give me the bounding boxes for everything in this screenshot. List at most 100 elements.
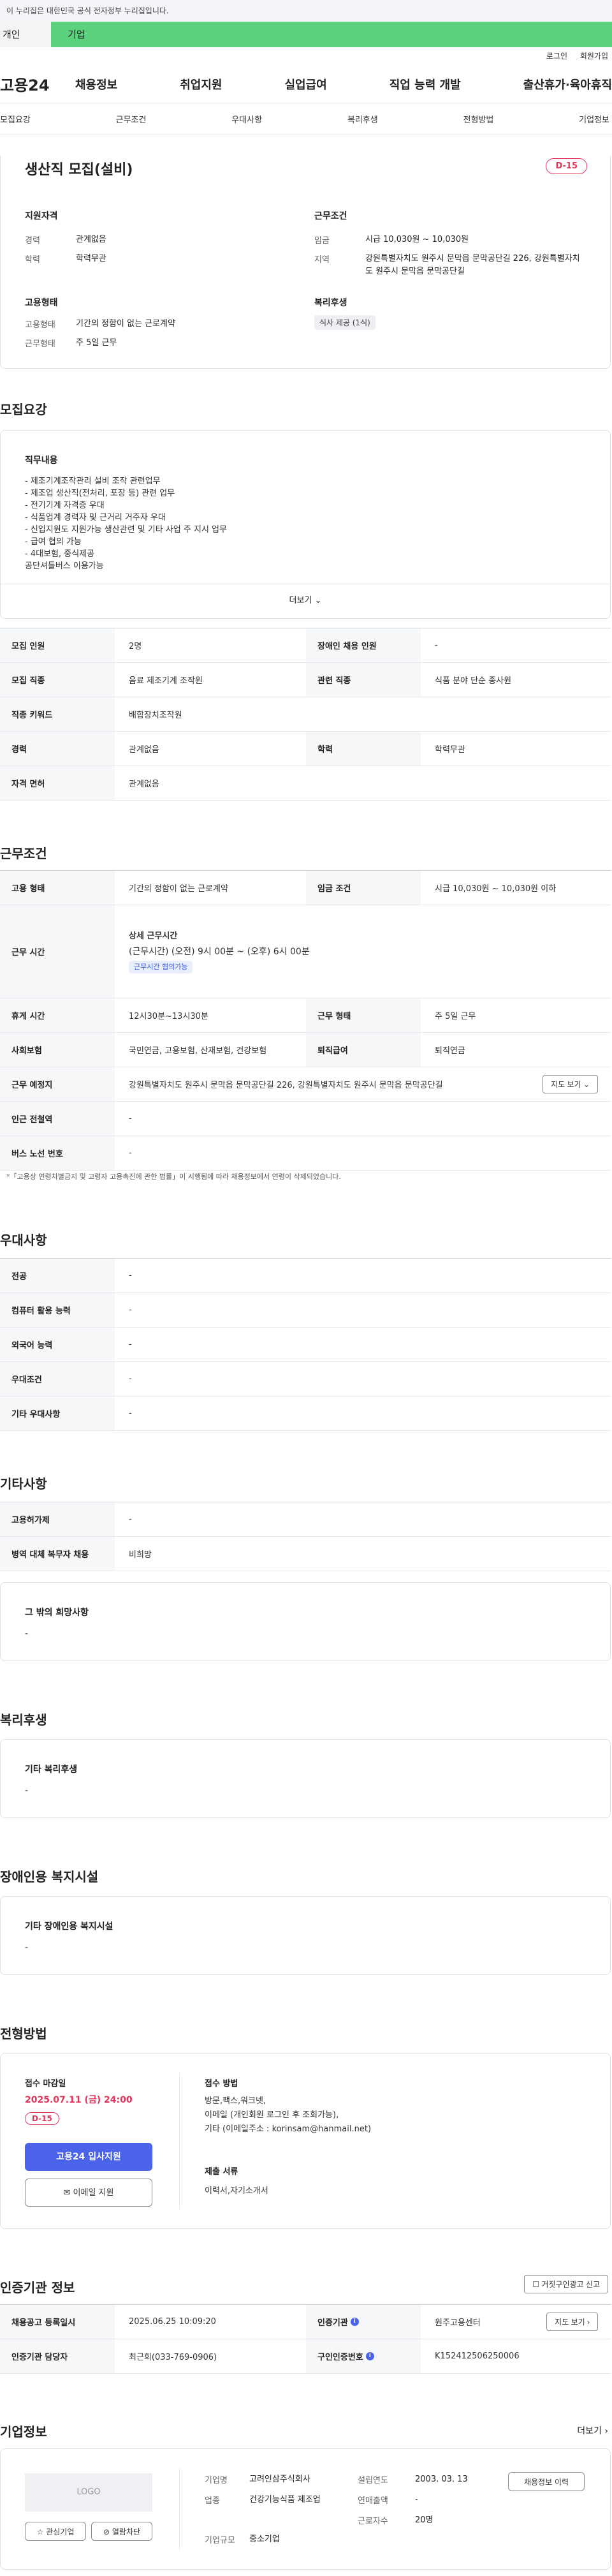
recruit-table: 모집 인원 2명 장애인 채용 인원 - 모집 직종 음료 제조기계 조작원 관련 직종 식… <box>0 628 611 801</box>
table-row: 근무 예정지 강원특별자치도 원주시 문막읍 문막공단길 226, 강원특별자치도… <box>0 1067 611 1102</box>
table-row: 경력 관계없음 학력 학력무관 <box>0 732 611 766</box>
user-type-tabs: 개인 기업 <box>0 22 612 47</box>
info-icon[interactable]: i <box>350 2318 359 2326</box>
job-title: 생산직 모집(설비) <box>25 162 133 178</box>
map-button[interactable]: 지도 보기 › <box>546 2313 598 2331</box>
cond-row: 임금 시급 10,030원 ~ 10,030원 <box>314 235 469 246</box>
table-row: 고용 형태 기간의 정함이 없는 근로계약 임금 조건 시급 10,030원 ~ 10… <box>0 871 611 905</box>
disab-title: 장애인용 복지시설 <box>0 1869 99 1884</box>
gnb-item[interactable]: 직업 능력 개발 <box>390 76 461 93</box>
qual-row: 학력 학력무관 <box>25 254 106 265</box>
disab-box: 기타 장애인용 복지시설 - <box>0 1896 611 1975</box>
welfare-title: 복리후생 <box>0 1712 47 1728</box>
etc-table: 고용허가제 - 병역 대체 복무자 채용 비희망 <box>0 1502 611 1571</box>
pref-title: 우대사항 <box>0 1232 47 1248</box>
chevron-down-icon: ⌄ <box>583 1080 590 1089</box>
welfare-chip: 식사 제공 (1식) <box>314 315 375 330</box>
emp-row: 근무형태 주 5일 근무 <box>25 338 117 349</box>
table-row: 외국어 능력 - <box>0 1328 611 1362</box>
company-logo: LOGO <box>25 2473 152 2512</box>
anchor-item[interactable]: 기업정보 <box>579 113 609 125</box>
anchor-item[interactable]: 근무조건 <box>116 113 147 125</box>
anchor-item[interactable]: 복리후생 <box>347 113 378 125</box>
gnb-item[interactable]: 채용정보 <box>75 76 117 93</box>
duty-heading: 직무내용 <box>25 455 58 466</box>
table-row: 사회보험 국민연금, 고용보험, 산재보험, 건강보험 퇴직급여 퇴직연금 <box>0 1033 611 1067</box>
table-row: 고용허가제 - <box>0 1502 611 1537</box>
chevron-right-icon: › <box>587 2318 590 2327</box>
etc-title: 기타사항 <box>0 1476 47 1492</box>
qual-heading: 지원자격 <box>25 211 58 221</box>
block-icon: ⊘ <box>103 2528 110 2536</box>
company-more-link[interactable]: 더보기 › <box>577 2424 608 2437</box>
qual-row: 경력 관계없음 <box>25 235 106 246</box>
emp-row: 고용형태 기간의 정함이 없는 근로계약 <box>25 319 175 330</box>
util-menu: 로그인 회원가입 <box>0 47 612 65</box>
email-apply-button[interactable]: ✉ 이메일 지원 <box>25 2179 152 2207</box>
anchor-item[interactable]: 우대사항 <box>231 113 262 125</box>
anchor-item[interactable]: 전형방법 <box>463 113 494 125</box>
chevron-right-icon: › <box>604 2426 608 2436</box>
table-row: 인증기관 담당자 최근희(033-769-0906) 구인인증번호 i K1524125… <box>0 2339 611 2374</box>
table-row: 컴퓨터 활용 능력 - <box>0 1293 611 1328</box>
star-icon: ☆ <box>36 2528 44 2536</box>
company-field: 기업명 고려인삼주식회사 <box>205 2475 310 2485</box>
chevron-down-icon: ⌄ <box>314 596 322 605</box>
apply-method: 방문,팩스,워크넷, 이메일 (개인회원 로그인 후 조회가능), 기타 (이메… <box>205 2096 372 2134</box>
job-summary-card: 생산직 모집(설비) D-15 지원자격 경력 관계없음 학력 학력무관 근무조건 … <box>0 156 611 369</box>
table-row: 휴게 시간 12시30분~13시30분 근무 형태 주 5일 근무 <box>0 998 611 1033</box>
cert-table: 채용공고 등록일시 2025.06.25 10:09:20 인증기관 i 원주고용센터 지… <box>0 2304 611 2374</box>
gnb-menu: 채용정보 취업지원 실업급여 직업 능력 개발 출산휴가·육아휴직 <box>75 76 612 93</box>
tab-personal[interactable]: 개인 <box>0 22 51 47</box>
work-title: 근무조건 <box>0 846 47 861</box>
apply-button[interactable]: 고용24 입사지원 <box>25 2143 152 2171</box>
join-link[interactable]: 회원가입 <box>580 52 608 61</box>
table-row: 근무 시간 상세 근무시간 (근무시간) (오전) 9시 00분 ~ (오후) … <box>0 905 611 998</box>
dday-badge: D-15 <box>546 158 587 174</box>
more-button[interactable]: 더보기 ⌄ <box>1 584 610 605</box>
company-field: 기업규모 중소기업 <box>205 2535 280 2545</box>
gnb-item[interactable]: 출산휴가·육아휴직 <box>523 76 612 93</box>
work-table: 고용 형태 기간의 정함이 없는 근로계약 임금 조건 시급 10,030원 ~ 10… <box>0 870 611 1171</box>
cond-row: 지역 강원특별자치도 원주시 문막읍 문막공단길 226, 강원특별자치도 원주시… <box>314 254 580 276</box>
anchor-nav: 모집요강 근무조건 우대사항 복리후생 전형방법 기업정보 <box>0 103 612 135</box>
divider <box>179 2073 180 2209</box>
welfare-heading: 복리후생 <box>314 298 347 308</box>
dday-badge: D-15 <box>25 2112 59 2125</box>
site-logo[interactable]: 고용24 <box>0 73 75 95</box>
gnb-item[interactable]: 취업지원 <box>180 76 222 93</box>
table-row: 버스 노선 번호 - <box>0 1136 611 1171</box>
company-box: LOGO ☆ 관심기업 ⊘ 열람차단 기업명 고려인삼주식회사 업종 건강기능식품 … <box>0 2448 611 2570</box>
map-button[interactable]: 지도 보기 ⌄ <box>543 1075 598 1093</box>
table-row: 인근 전철역 - <box>0 1102 611 1136</box>
anchor-item[interactable]: 모집요강 <box>0 113 31 125</box>
report-icon: ☐ <box>532 2280 539 2289</box>
company-title: 기업정보 <box>0 2424 47 2439</box>
hours-negotiable-chip: 근무시간 협의가능 <box>129 960 193 973</box>
cond-heading: 근무조건 <box>314 211 347 221</box>
favorite-company-button[interactable]: ☆ 관심기업 <box>25 2522 86 2541</box>
gnb-item[interactable]: 실업급여 <box>285 76 327 93</box>
company-field: 업종 건강기능식품 제조업 <box>205 2495 321 2506</box>
deadline: 2025.07.11 (금) 24:00 <box>25 2095 133 2105</box>
table-row: 기타 우대사항 - <box>0 1396 611 1431</box>
company-field: 연매출액 - <box>358 2495 418 2506</box>
company-field: 근로자수 20명 <box>358 2515 433 2526</box>
table-row: 직종 키워드 배합장치조작원 <box>0 697 611 732</box>
screen-box: 접수 마감일 2025.07.11 (금) 24:00 D-15 고용24 입사… <box>0 2053 611 2229</box>
screen-title: 전형방법 <box>0 2026 47 2041</box>
report-button[interactable]: ☐ 거짓구인광고 신고 <box>524 2275 608 2293</box>
hiring-history-button[interactable]: 채용정보 이력 <box>508 2472 585 2491</box>
recruit-title: 모집요강 <box>0 402 47 417</box>
welfare-box: 기타 복리후생 - <box>0 1739 611 1818</box>
cert-title: 인증기관 정보 <box>0 2280 75 2295</box>
etc-box: 그 밖의 희망사항 - <box>0 1582 611 1661</box>
login-link[interactable]: 로그인 <box>546 52 567 61</box>
mail-icon: ✉ <box>63 2188 71 2198</box>
info-icon[interactable]: i <box>365 2352 374 2360</box>
block-view-button[interactable]: ⊘ 열람차단 <box>91 2522 152 2541</box>
table-row: 자격 면허 관계없음 <box>0 766 611 801</box>
tab-company[interactable]: 기업 <box>51 22 612 47</box>
table-row: 모집 인원 2명 장애인 채용 인원 - <box>0 628 611 663</box>
age-note: *「고용상 연령차별금지 및 고령자 고용촉진에 관한 법률」이 시행됨에 따라… <box>6 1173 341 1181</box>
